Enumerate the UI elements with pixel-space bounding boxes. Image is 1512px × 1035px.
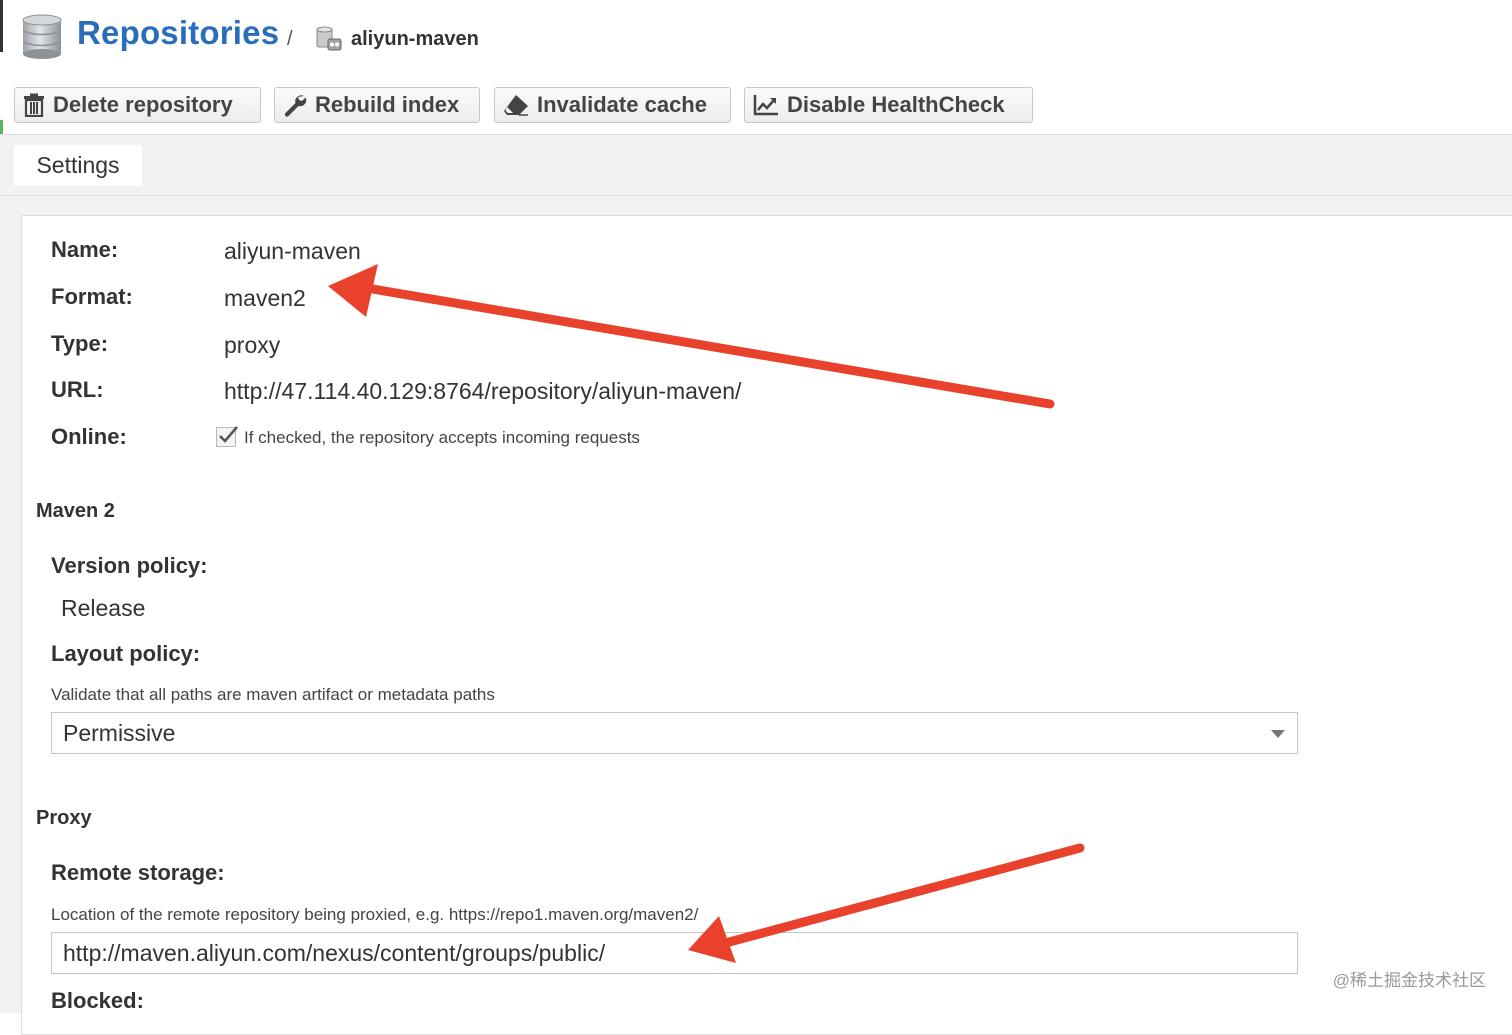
url-value: http://47.114.40.129:8764/repository/ali… bbox=[224, 378, 742, 404]
name-value: aliyun-maven bbox=[224, 238, 361, 264]
layout-policy-label: Layout policy: bbox=[51, 641, 201, 666]
name-label: Name: bbox=[51, 237, 119, 262]
line-chart-icon bbox=[753, 95, 778, 116]
toolbar: Delete repository Rebuild index Invalida… bbox=[0, 80, 1512, 135]
remote-storage-hint: Location of the remote repository being … bbox=[51, 905, 699, 924]
chevron-down-icon[interactable] bbox=[1271, 730, 1285, 738]
disable-healthcheck-button[interactable]: Disable HealthCheck bbox=[744, 87, 1033, 123]
page-title[interactable]: Repositories bbox=[77, 14, 279, 52]
breadcrumb-separator: / bbox=[287, 28, 293, 50]
remote-storage-value: http://maven.aliyun.com/nexus/content/gr… bbox=[63, 940, 606, 966]
format-label: Format: bbox=[51, 284, 133, 309]
breadcrumb-repo-name: aliyun-maven bbox=[351, 28, 479, 50]
online-hint: If checked, the repository accepts incom… bbox=[244, 428, 640, 447]
proxy-section-title: Proxy bbox=[36, 807, 92, 829]
remote-storage-label: Remote storage: bbox=[51, 860, 225, 885]
tab-settings[interactable]: Settings bbox=[14, 145, 142, 186]
trash-icon bbox=[24, 93, 44, 117]
database-icon bbox=[22, 14, 62, 59]
layout-policy-selected: Permissive bbox=[63, 720, 176, 746]
wrench-icon bbox=[284, 95, 307, 117]
breadcrumb: Repositories / aliyun-maven bbox=[0, 0, 1512, 80]
url-label: URL: bbox=[51, 377, 104, 402]
rebuild-index-label: Rebuild index bbox=[315, 92, 460, 117]
tab-bar: Settings bbox=[0, 135, 1512, 196]
format-value: maven2 bbox=[224, 285, 306, 311]
version-policy-value: Release bbox=[61, 595, 146, 621]
delete-repository-label: Delete repository bbox=[53, 92, 233, 117]
layout-policy-hint: Validate that all paths are maven artifa… bbox=[51, 685, 495, 704]
invalidate-cache-label: Invalidate cache bbox=[537, 92, 707, 117]
checkmark-icon bbox=[219, 426, 238, 443]
online-checkbox[interactable] bbox=[216, 426, 238, 447]
invalidate-cache-button[interactable]: Invalidate cache bbox=[494, 87, 731, 123]
remote-storage-input[interactable]: http://maven.aliyun.com/nexus/content/gr… bbox=[51, 932, 1298, 974]
eraser-icon bbox=[504, 95, 528, 116]
watermark: @稀土掘金技术社区 bbox=[1332, 971, 1486, 990]
rebuild-index-button[interactable]: Rebuild index bbox=[274, 87, 480, 123]
layout-policy-select[interactable]: Permissive bbox=[51, 712, 1298, 754]
disable-healthcheck-label: Disable HealthCheck bbox=[787, 92, 1005, 117]
online-label: Online: bbox=[51, 424, 127, 449]
maven2-section-title: Maven 2 bbox=[36, 500, 115, 522]
repository-icon bbox=[316, 26, 342, 51]
delete-repository-button[interactable]: Delete repository bbox=[14, 87, 261, 123]
version-policy-label: Version policy: bbox=[51, 553, 208, 578]
blocked-label: Blocked: bbox=[51, 988, 144, 1013]
type-value: proxy bbox=[224, 332, 281, 358]
type-label: Type: bbox=[51, 331, 109, 356]
